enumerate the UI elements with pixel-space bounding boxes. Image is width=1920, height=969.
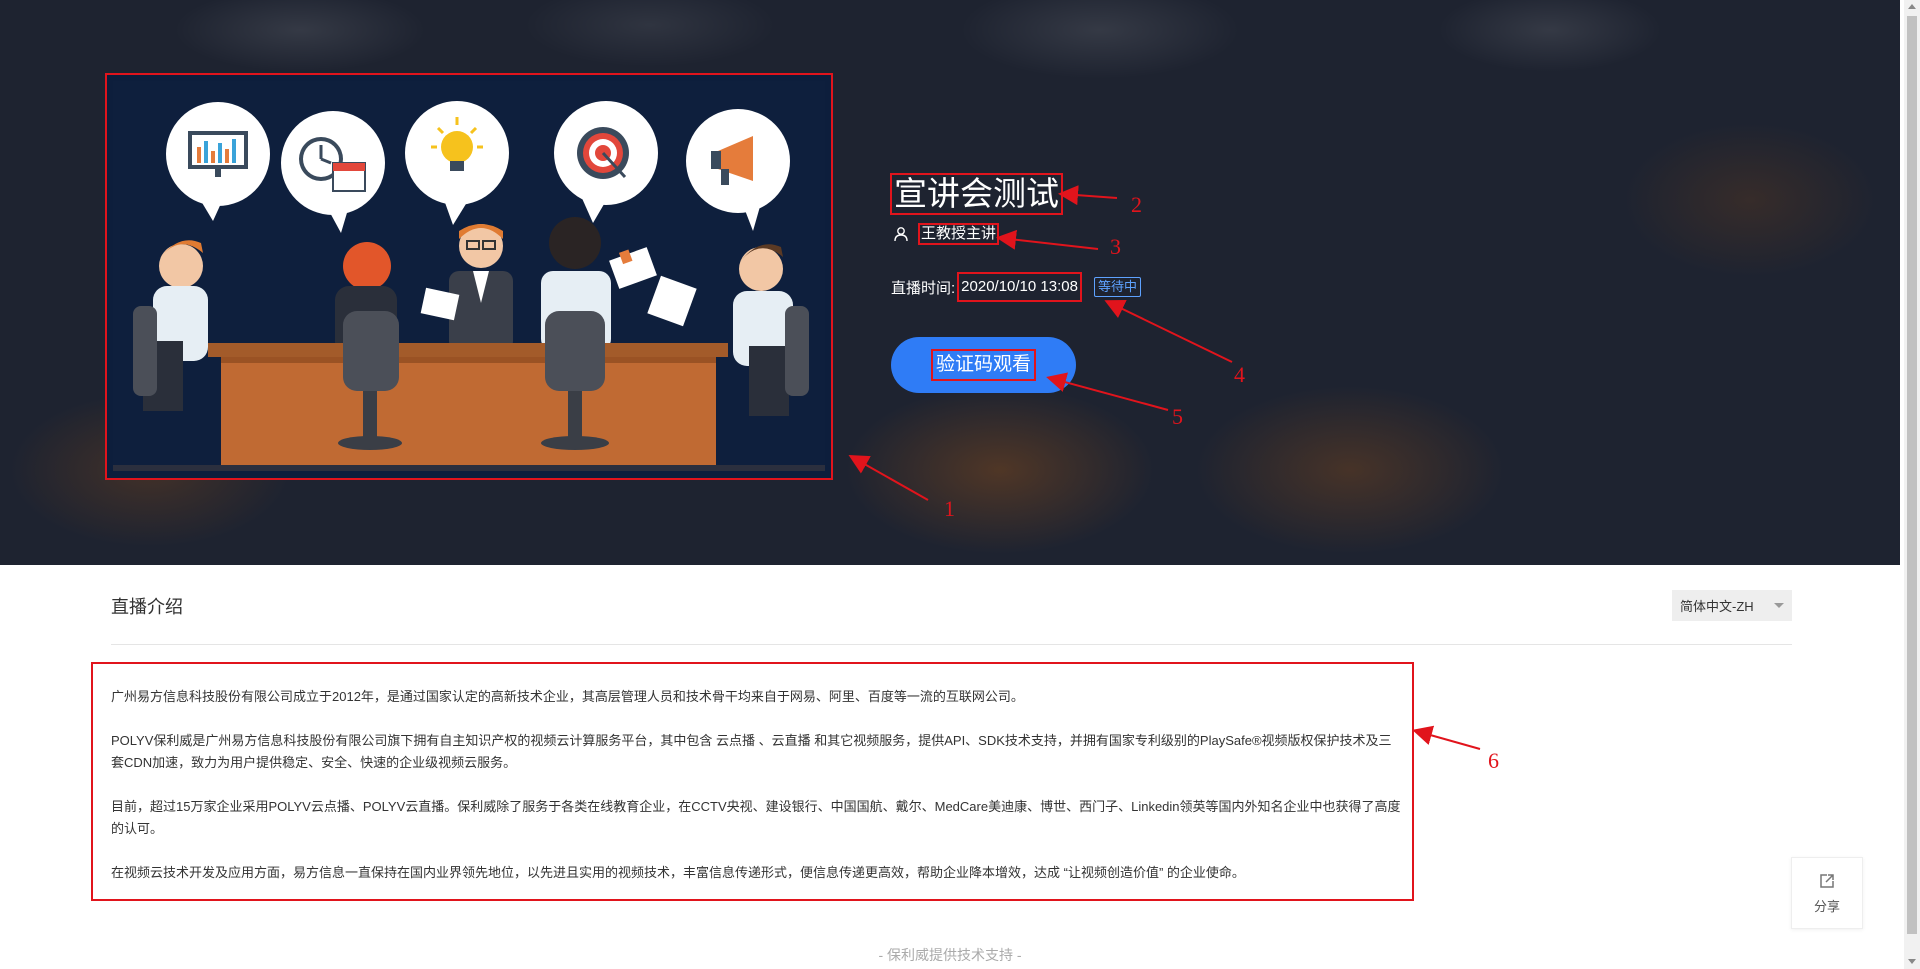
annotation-number-5: 5 [1172, 404, 1183, 429]
presenter-name: 王教授主讲 [918, 223, 1000, 245]
annotation-number-2: 2 [1131, 192, 1142, 217]
status-badge: 等待中 [1093, 277, 1141, 297]
intro-paragraph-2: POLYV保利威是广州易方信息科技股份有限公司旗下拥有自主知识产权的视频云计算服… [111, 733, 1392, 770]
scrollbar[interactable] [1904, 0, 1920, 969]
cover-image [105, 73, 833, 480]
scrollbar-thumb[interactable] [1907, 16, 1917, 934]
live-time-value: 2020/10/10 13:08 [957, 272, 1082, 302]
share-icon [1820, 873, 1834, 888]
share-label: 分享 [1813, 898, 1840, 914]
chevron-down-icon [1774, 603, 1784, 608]
divider [111, 644, 1792, 645]
live-time-label: 直播时间: [891, 279, 956, 297]
table [208, 343, 728, 465]
intro-paragraph-1: 广州易方信息科技股份有限公司成立于2012年，是通过国家认定的高新技术企业，其高… [111, 689, 1024, 704]
footer-credit: - 保利威提供技术支持 - [878, 947, 1022, 963]
annotation-number-4: 4 [1234, 362, 1245, 387]
person-icon [894, 227, 908, 242]
verify-code-watch-button[interactable]: 验证码观看 [891, 337, 1076, 393]
annotation-number-1: 1 [944, 496, 955, 521]
annotation-number-6: 6 [1488, 748, 1499, 773]
language-select-value: 简体中文-ZH [1680, 599, 1754, 614]
annotation-number-3: 3 [1110, 234, 1121, 259]
page-title: 宣讲会测试 [890, 173, 1063, 215]
meeting-illustration [113, 81, 825, 471]
hero-banner: 宣讲会测试 王教授主讲 直播时间: 2020/10/10 13:08 等待中 验… [0, 0, 1900, 565]
scroll-up-icon[interactable] [1908, 4, 1916, 9]
annotation-arrow-6 [1412, 725, 1481, 750]
intro-description: 广州易方信息科技股份有限公司成立于2012年，是通过国家认定的高新技术企业，其高… [91, 662, 1414, 901]
intro-paragraph-4: 在视频云技术开发及应用方面，易方信息一直保持在国内业界领先地位，以先进且实用的视… [111, 865, 1245, 880]
live-time-row: 直播时间: 2020/10/10 13:08 等待中 [891, 272, 1141, 302]
language-select[interactable]: 简体中文-ZH [1672, 590, 1792, 621]
intro-section-title: 直播介绍 [111, 597, 183, 617]
intro-paragraph-3: 目前，超过15万家企业采用POLYV云点播、POLYV云直播。保利威除了服务于各… [111, 799, 1401, 836]
share-button[interactable]: 分享 [1791, 857, 1863, 929]
watch-button-label: 验证码观看 [930, 349, 1036, 381]
scroll-down-icon[interactable] [1908, 959, 1916, 964]
presenter-row: 王教授主讲 [893, 223, 1000, 245]
